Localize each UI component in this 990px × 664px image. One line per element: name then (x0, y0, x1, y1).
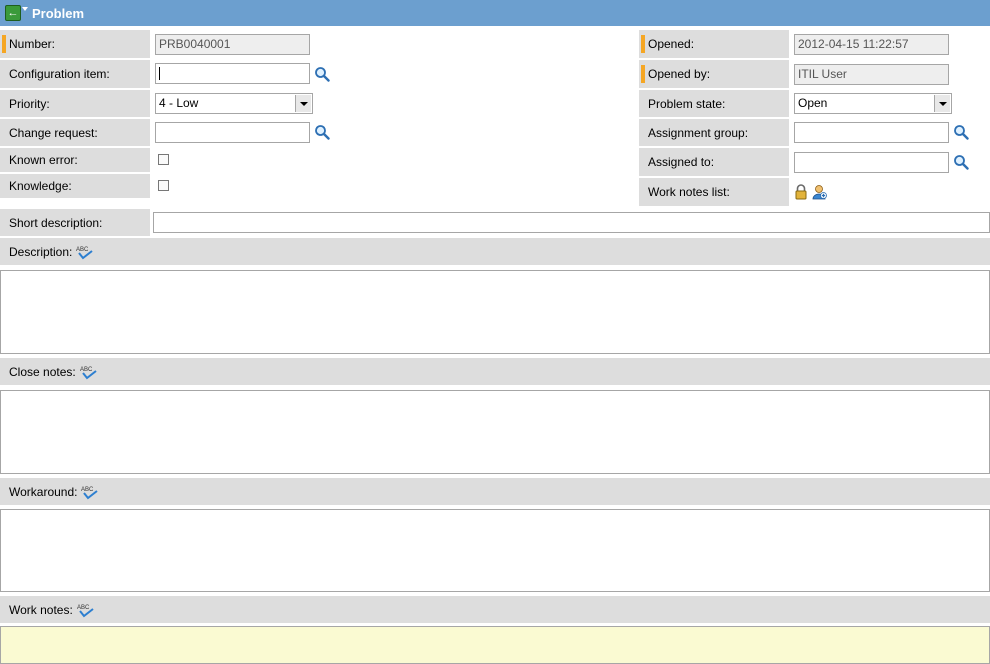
change-request-input[interactable] (155, 122, 310, 143)
opened-by-field[interactable]: ITIL User (794, 64, 949, 85)
description-label: Description: (9, 244, 73, 259)
problem-state-label: Problem state: (639, 90, 789, 117)
work-notes-textarea[interactable] (0, 626, 990, 664)
search-icon[interactable] (953, 154, 969, 170)
svg-text:ABC: ABC (80, 367, 93, 373)
menu-arrow-icon[interactable] (22, 7, 28, 11)
known-error-label: Known error: (0, 148, 150, 172)
opened-label: Opened: (639, 30, 789, 58)
work-notes-section-header: Work notes: ABC (0, 596, 990, 623)
configuration-item-input[interactable] (155, 63, 310, 84)
close-notes-label: Close notes: (9, 364, 76, 379)
opened-field[interactable]: 2012-04-15 11:22:57 (794, 34, 949, 55)
search-icon[interactable] (314, 66, 330, 82)
description-section-header: Description: ABC (0, 238, 990, 265)
opened-by-label: Opened by: (639, 60, 789, 88)
known-error-checkbox[interactable] (158, 154, 169, 165)
short-description-label: Short description: (0, 209, 150, 236)
search-icon[interactable] (953, 124, 969, 140)
workaround-label: Workaround: (9, 484, 78, 499)
configuration-item-label: Configuration item: (0, 60, 150, 88)
assigned-to-input[interactable] (794, 152, 949, 173)
work-notes-list-label: Work notes list: (639, 178, 789, 206)
work-notes-label: Work notes: (9, 602, 73, 617)
problem-state-select[interactable]: Open (794, 93, 952, 114)
change-request-label: Change request: (0, 119, 150, 146)
spell-check-icon[interactable]: ABC (79, 364, 99, 380)
spell-check-icon[interactable]: ABC (76, 602, 96, 618)
search-icon[interactable] (314, 124, 330, 140)
text-caret (159, 67, 160, 80)
assigned-to-label: Assigned to: (639, 148, 789, 176)
workaround-section-header: Workaround: ABC (0, 478, 990, 505)
knowledge-checkbox[interactable] (158, 180, 169, 191)
close-notes-section-header: Close notes: ABC (0, 358, 990, 385)
svg-text:ABC: ABC (76, 247, 89, 253)
knowledge-label: Knowledge: (0, 174, 150, 198)
short-description-input[interactable] (153, 212, 990, 233)
chevron-down-icon (295, 95, 311, 112)
number-label: Number: (0, 30, 150, 58)
number-field[interactable]: PRB0040001 (155, 34, 310, 55)
lock-icon[interactable] (794, 184, 808, 200)
form-header: ← Problem (0, 0, 990, 26)
svg-text:ABC: ABC (77, 605, 90, 611)
assignment-group-label: Assignment group: (639, 119, 789, 146)
priority-select[interactable]: 4 - Low (155, 93, 313, 114)
form-title: Problem (32, 6, 85, 21)
spell-check-icon[interactable]: ABC (75, 244, 95, 260)
description-textarea[interactable] (0, 270, 990, 354)
workaround-textarea[interactable] (0, 509, 990, 592)
add-user-icon[interactable] (811, 184, 827, 200)
svg-text:ABC: ABC (81, 487, 94, 493)
back-arrow-icon[interactable]: ← (5, 5, 21, 21)
assignment-group-input[interactable] (794, 122, 949, 143)
priority-label: Priority: (0, 90, 150, 117)
spell-check-icon[interactable]: ABC (80, 484, 100, 500)
chevron-down-icon (934, 95, 950, 112)
close-notes-textarea[interactable] (0, 390, 990, 474)
